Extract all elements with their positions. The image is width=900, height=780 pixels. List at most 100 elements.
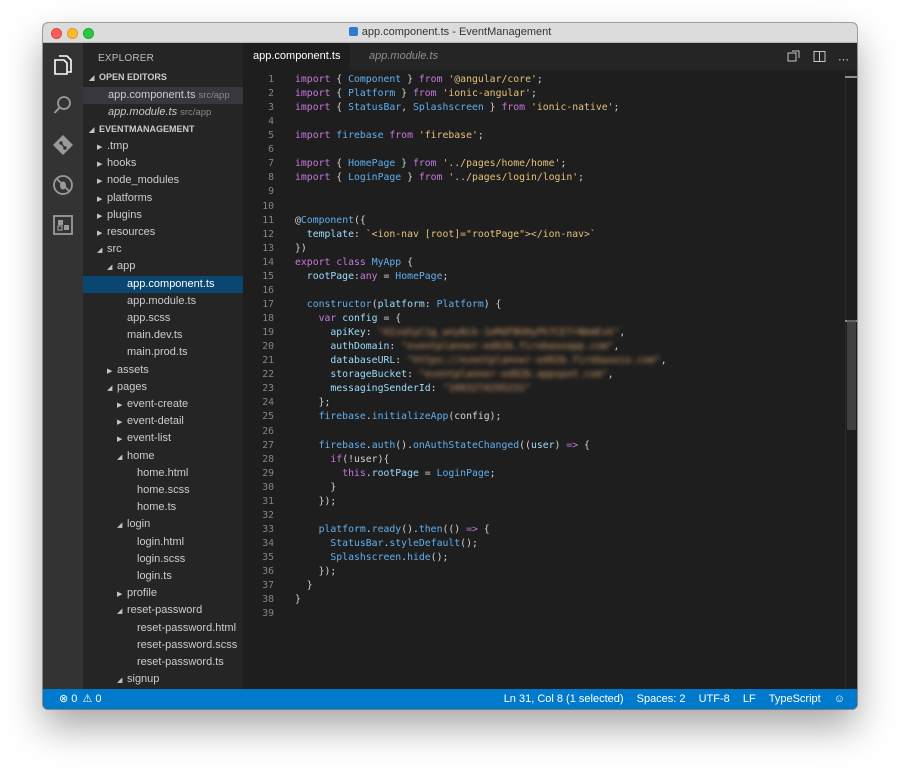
- folder-item[interactable]: ▶ node_modules: [83, 172, 243, 189]
- code-token: then: [418, 523, 443, 535]
- file-item[interactable]: main.prod.ts: [83, 344, 243, 361]
- folder-item[interactable]: ◢ home: [83, 448, 243, 465]
- search-icon[interactable]: [51, 93, 75, 117]
- code-token: import: [295, 102, 337, 114]
- activity-bar: [43, 43, 83, 689]
- folder-item[interactable]: ▶ assets: [83, 362, 243, 379]
- folder-item[interactable]: ◢ src: [83, 241, 243, 258]
- code-token: constructor: [306, 298, 372, 310]
- code-token: =: [418, 467, 437, 479]
- cursor-position[interactable]: Ln 31, Col 8 (1 selected): [504, 689, 624, 709]
- code-token: user: [530, 439, 555, 451]
- code-line: 34 StatusBar.styleDefault();: [243, 537, 843, 551]
- code-line: 3 import { StatusBar, Splashscreen } from…: [243, 101, 843, 115]
- tab-app-component[interactable]: app.component.ts: [243, 43, 351, 70]
- code-token: styleDefault: [389, 537, 461, 549]
- line-number: 3: [268, 102, 274, 114]
- folder-item[interactable]: ◢ signup: [83, 671, 243, 688]
- file-item[interactable]: reset-password.ts: [83, 654, 243, 671]
- line-number: 1: [268, 74, 274, 85]
- code-token: :: [365, 327, 378, 339]
- open-editor-item[interactable]: app.component.ts src/app: [83, 87, 243, 104]
- folder-item[interactable]: ◢ login: [83, 516, 243, 533]
- code-token: :: [353, 228, 366, 240]
- encoding-setting[interactable]: UTF-8: [699, 689, 730, 709]
- code-text: }: [295, 481, 336, 495]
- window-title: app.component.ts - EventManagement: [361, 26, 552, 38]
- more-actions-icon[interactable]: ⋯: [838, 55, 849, 68]
- folder-item[interactable]: ▶ event-detail: [83, 413, 243, 430]
- eol-setting[interactable]: LF: [743, 689, 756, 709]
- folder-item[interactable]: ▶ resources: [83, 224, 243, 241]
- language-mode[interactable]: TypeScript: [769, 689, 821, 709]
- code-token: firebase: [318, 439, 366, 451]
- tree-item-label: app.scss: [127, 312, 171, 324]
- folder-item[interactable]: ◢ app: [83, 258, 243, 275]
- code-text: export class MyApp {: [295, 256, 413, 270]
- code-token: StatusBar: [330, 537, 384, 549]
- code-token: var: [318, 313, 343, 325]
- tree-item-label: .tmp: [107, 140, 129, 152]
- code-token: ().: [401, 523, 419, 535]
- folder-item[interactable]: ▶ .tmp: [83, 138, 243, 155]
- folder-item[interactable]: ▶ plugins: [83, 207, 243, 224]
- scrollbar-thumb[interactable]: [847, 320, 856, 430]
- code-line: 2 import { Platform } from 'ionic-angular…: [243, 87, 843, 101]
- editor-scrollbar[interactable]: [845, 70, 857, 689]
- code-token: hide: [407, 552, 431, 564]
- folder-item[interactable]: ▶ hooks: [83, 155, 243, 172]
- line-number: 8: [268, 172, 274, 184]
- folder-item[interactable]: ◢ pages: [83, 379, 243, 396]
- extensions-icon[interactable]: [51, 213, 75, 237]
- editor-tabs: app.component.ts app.module.ts ⋯: [243, 43, 857, 70]
- chevron-right-icon: ▶: [117, 591, 123, 599]
- file-item[interactable]: main.dev.ts: [83, 327, 243, 344]
- code-line: 24 };: [243, 396, 843, 410]
- line-number: 21: [262, 355, 274, 367]
- file-item[interactable]: login.ts: [83, 568, 243, 585]
- tab-app-module[interactable]: app.module.ts: [359, 43, 448, 70]
- code-token: 'ionic-native': [530, 102, 614, 114]
- file-item[interactable]: login.scss: [83, 551, 243, 568]
- folder-item[interactable]: ▶ event-list: [83, 430, 243, 447]
- file-item[interactable]: app.scss: [83, 310, 243, 327]
- file-item[interactable]: app.component.ts: [83, 275, 243, 293]
- explorer-header: EXPLORER: [98, 53, 155, 64]
- code-token: ): [554, 439, 567, 451]
- folder-item[interactable]: ◢ reset-password: [83, 602, 243, 619]
- code-token: ready: [371, 523, 402, 535]
- file-item[interactable]: reset-password.scss: [83, 637, 243, 654]
- split-editor-icon[interactable]: [813, 50, 826, 63]
- chevron-down-icon: ◢: [89, 75, 95, 82]
- code-text: firebase.initializeApp(config);: [295, 410, 502, 424]
- explorer-icon[interactable]: [51, 53, 75, 77]
- file-item[interactable]: app.module.ts: [83, 293, 243, 310]
- file-item[interactable]: reset-password.html: [83, 620, 243, 637]
- chevron-down-icon: ◢: [107, 384, 113, 392]
- problems-indicator[interactable]: ⊗ 0 ⚠ 0: [59, 689, 102, 709]
- debug-icon[interactable]: [51, 173, 75, 197]
- feedback-smiley-icon[interactable]: ☺: [834, 689, 845, 709]
- tree-item-label: signup: [127, 673, 160, 686]
- code-token: if: [330, 453, 343, 465]
- file-item[interactable]: home.html: [83, 465, 243, 482]
- overview-ruler-mark: [845, 76, 857, 78]
- folder-item[interactable]: ▶ platforms: [83, 190, 243, 207]
- file-item[interactable]: login.html: [83, 534, 243, 551]
- project-section[interactable]: ◢ EVENTMANAGEMENT: [83, 121, 243, 138]
- indentation-setting[interactable]: Spaces: 2: [637, 689, 686, 709]
- open-editors-section[interactable]: ◢ OPEN EDITORS: [83, 69, 243, 86]
- open-changes-icon[interactable]: [787, 50, 800, 63]
- tree-item-label: login.scss: [137, 552, 186, 565]
- folder-item[interactable]: ▶ event-create: [83, 396, 243, 413]
- code-text: import { HomePage } from '../pages/home/…: [295, 157, 566, 171]
- source-control-icon[interactable]: [51, 133, 75, 157]
- open-editor-item[interactable]: app.module.ts src/app: [83, 104, 243, 121]
- file-item[interactable]: home.scss: [83, 482, 243, 499]
- code-text: firebase.auth().onAuthStateChanged((user…: [295, 439, 590, 453]
- file-item[interactable]: home.ts: [83, 499, 243, 516]
- code-editor[interactable]: 1 import { Component } from '@angular/cor…: [243, 70, 857, 689]
- code-token: `<ion-nav [root]="rootPage"></ion-nav>`: [365, 228, 596, 240]
- folder-item[interactable]: ▶ profile: [83, 585, 243, 602]
